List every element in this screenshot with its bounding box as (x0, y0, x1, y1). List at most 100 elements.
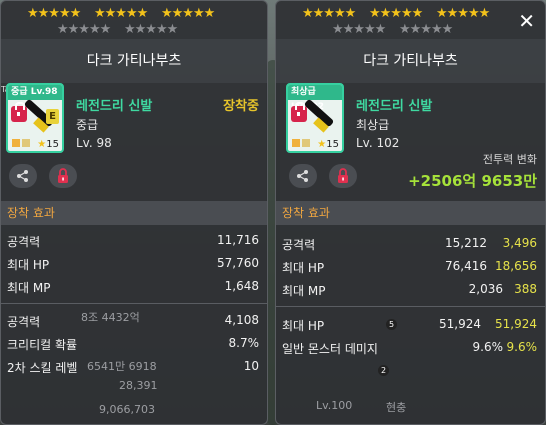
stat-label: 최대 MP (7, 281, 51, 295)
bg-number-3: 28,391 (119, 379, 158, 392)
current-item-tooltip: ★★★★★ ★★★★★ ★★★★★ ★★★★★ ★★★★★ 다크 가티나부츠 T… (0, 0, 268, 425)
stat-row: 일반 몬스터 데미지 9.6% 9.6% (276, 338, 545, 358)
stat-diff: 51,924 (495, 317, 537, 331)
stat-value: 4,108 (224, 313, 259, 327)
item-rarity-name: 레전드리 신발 (356, 99, 433, 114)
star-group-1: ★★★★★ (302, 6, 356, 21)
stat-row: 최대 MP 2,036 388 (276, 280, 545, 300)
stat-diff: 9.6% (506, 340, 538, 354)
potential-square-icon (12, 139, 20, 147)
count-badge: 2 (378, 365, 389, 376)
item-title: 다크 가티나부츠 (86, 53, 182, 69)
star-group-5: ★★★★★ (399, 22, 453, 37)
stat-value: 15,212 (445, 236, 487, 250)
star-force-stars: ★★★★★ ★★★★★ ★★★★★ ★★★★★ ★★★★★ (1, 5, 267, 39)
combat-power-change: +2506억 9653만 (408, 172, 537, 190)
star-level: ★15 (37, 139, 59, 150)
item-icon: 중급 Lv.98 E ★15 (6, 83, 64, 153)
stat-row: 최대 HP 57,760 (1, 254, 267, 274)
stat-row: 2 (276, 361, 545, 381)
lock-icon (338, 168, 348, 183)
stat-label: 2차 스킬 레벨 (7, 361, 78, 375)
grade-level-tag: 최상급 Lv.102 (288, 85, 342, 112)
stat-value: 51,924 (439, 317, 481, 331)
additional-square-icon (22, 139, 30, 147)
item-rarity-name: 레전드리 신발 (76, 99, 153, 114)
lock-button[interactable] (329, 164, 357, 188)
star-group-2: ★★★★★ (94, 6, 148, 21)
grade-tag-text: 중급 (11, 87, 28, 97)
item-level: Lv. 102 (356, 136, 400, 150)
stat-diff: 3,496 (502, 236, 537, 250)
stat-label: 최대 HP (282, 319, 325, 333)
star-level: ★15 (317, 139, 339, 150)
stat-label: 일반 몬스터 데미지 (282, 342, 378, 356)
stat-value: 11,716 (217, 233, 259, 247)
star-count: 15 (326, 139, 339, 150)
item-level: Lv. 98 (76, 136, 112, 150)
count-badge: 5 (386, 319, 397, 330)
star-force-stars: ★★★★★ ★★★★★ ★★★★★ ★★★★★ ★★★★★ (276, 5, 545, 39)
stat-row: 최대 MP 1,648 (1, 277, 267, 297)
star-group-5: ★★★★★ (124, 22, 178, 37)
bg-text-1: Lv.100 (316, 399, 353, 412)
stat-label: 공격력 (7, 315, 41, 329)
stat-label: 공격력 (282, 238, 316, 252)
share-button[interactable] (289, 164, 317, 188)
star-group-4: ★★★★★ (57, 22, 111, 37)
level-tag-text: Lv.98 (30, 87, 58, 97)
stat-value: 9.6% (472, 340, 504, 354)
stat-diff: 18,656 (495, 259, 537, 273)
stat-value: 76,416 (445, 259, 487, 273)
star-count: 15 (46, 139, 59, 150)
lock-icon (58, 168, 68, 183)
stat-value: 1,648 (224, 279, 259, 293)
stat-row: 2차 스킬 레벨 10 (1, 357, 267, 377)
stat-row: 공격력 15,212 3,496 (276, 234, 545, 254)
bg-number-4: 9,066,703 (99, 403, 155, 416)
grade-tag-text: 최상급 (291, 87, 316, 97)
lock-button[interactable] (49, 164, 77, 188)
equip-e-tag: E (46, 109, 59, 124)
stat-value: 8.7% (228, 336, 260, 350)
bg-text-2: 현충 (386, 401, 407, 414)
stat-value: 10 (243, 359, 259, 373)
stat-row: 공격력 4,108 (1, 311, 267, 331)
lock-icon (11, 102, 27, 122)
star-group-4: ★★★★★ (332, 22, 386, 37)
stat-value: 2,036 (468, 282, 503, 296)
stat-row: 크리티컬 확률 8.7% (1, 334, 267, 354)
star-group-2: ★★★★★ (369, 6, 423, 21)
stat-label: 최대 HP (7, 258, 50, 272)
stat-row: 공격력 11,716 (1, 231, 267, 251)
item-grade: 중급 (76, 118, 99, 132)
combat-power-label: 전투력 변화 (482, 153, 537, 166)
equipped-status: 장착중 (223, 99, 259, 114)
stat-label: 공격력 (7, 235, 41, 249)
star-group-3: ★★★★★ (161, 6, 215, 21)
star-group-3: ★★★★★ (436, 6, 490, 21)
stat-row: 최대 HP 76,416 18,656 (276, 257, 545, 277)
stat-label: 크리티컬 확률 (7, 338, 78, 352)
close-button[interactable]: ✕ (518, 9, 535, 33)
additional-square-icon (302, 139, 310, 147)
compare-item-tooltip: ★★★★★ ★★★★★ ★★★★★ ★★★★★ ★★★★★ ✕ 다크 가티나부츠… (275, 0, 546, 425)
lock-icon (291, 102, 307, 122)
stat-value: 57,760 (217, 256, 259, 270)
item-icon: 최상급 Lv.102 ★15 (286, 83, 344, 153)
share-button[interactable] (9, 164, 37, 188)
share-icon (17, 170, 28, 182)
item-title: 다크 가티나부츠 (363, 53, 458, 69)
item-grade: 최상급 (356, 118, 390, 132)
section-divider (1, 303, 267, 304)
stat-label: 최대 MP (282, 284, 326, 298)
potential-square-icon (292, 139, 300, 147)
equip-effect-section: 장착 효과 (1, 201, 267, 225)
stat-label: 최대 HP (282, 261, 325, 275)
share-icon (297, 170, 308, 182)
star-group-1: ★★★★★ (27, 6, 81, 21)
equip-effect-section: 장착 효과 (276, 201, 545, 225)
stat-row: 최대 HP 5 51,924 51,924 (276, 315, 545, 335)
stat-diff: 388 (514, 282, 537, 296)
section-divider (276, 306, 545, 307)
